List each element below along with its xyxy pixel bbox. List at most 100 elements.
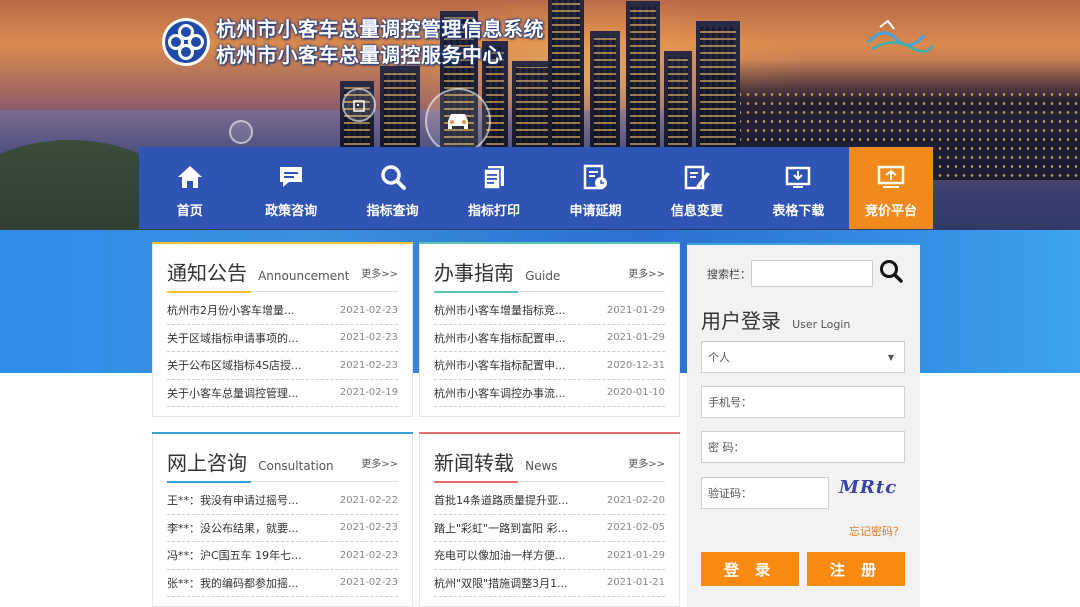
- site-title: 杭州市小客车总量调控管理信息系统 杭州市小客车总量调控服务中心: [216, 16, 544, 68]
- title-underline: [434, 481, 518, 483]
- guide-list: 杭州市小客车增量指标竞... 2021-01-29 杭州市小客车指标配置申... 2…: [434, 297, 665, 407]
- divider: [251, 481, 398, 482]
- panel-title: 通知公告: [167, 261, 247, 285]
- item-title: 关于公布区域指标4S店授...: [167, 359, 302, 373]
- chevron-down-icon: ▼: [887, 352, 894, 362]
- panel-header: 新闻转载 News 更多>>: [434, 447, 665, 483]
- building: [548, 0, 584, 151]
- item-title: 杭州"双限"措施调整3月1...: [434, 576, 568, 590]
- password-field[interactable]: 密 码：: [701, 431, 905, 463]
- nav-item-home[interactable]: 首页: [139, 147, 240, 229]
- title-underline: [167, 291, 251, 293]
- site-title-line1: 杭州市小客车总量调控管理信息系统: [216, 17, 544, 41]
- panel-header: 办事指南 Guide 更多>>: [434, 257, 665, 293]
- list-item[interactable]: 杭州市2月份小客车增量... 2021-02-23: [167, 297, 398, 325]
- nav-item-download[interactable]: 表格下载: [748, 147, 849, 229]
- nav-item-print[interactable]: 指标打印: [443, 147, 544, 229]
- list-item[interactable]: 杭州市小客车指标配置申... 2021-01-29: [434, 325, 665, 352]
- panel-title: 办事指南: [434, 261, 514, 285]
- list-item[interactable]: 关于区域指标申请事项的... 2021-02-23: [167, 325, 398, 352]
- news-panel: 新闻转载 News 更多>> 首批14条道路质量提升亚... 2021-02-20…: [419, 432, 680, 607]
- panel-subtitle: News: [525, 459, 558, 473]
- nav-label: 政策咨询: [265, 204, 318, 219]
- item-date: 2021-02-23: [339, 549, 398, 561]
- panel-accent: [419, 432, 680, 434]
- nav-label: 指标打印: [468, 204, 521, 219]
- building: [380, 66, 420, 151]
- list-item[interactable]: 王**：我没有申请过摇号... 2021-02-22: [167, 487, 398, 515]
- item-date: 2021-01-29: [606, 549, 665, 561]
- list-item[interactable]: 杭州市小客车增量指标竞... 2021-01-29: [434, 297, 665, 325]
- register-button[interactable]: 注 册: [807, 552, 905, 586]
- car-circle-icon: [425, 88, 491, 154]
- search-icon[interactable]: [877, 257, 905, 285]
- item-title: 关于小客车总量调控管理...: [167, 386, 299, 400]
- panel-subtitle: Guide: [525, 269, 561, 283]
- nav-item-policy[interactable]: 政策咨询: [240, 147, 341, 229]
- hangzhou-city-logo: [862, 15, 934, 57]
- captcha-field[interactable]: 验证码：: [701, 477, 829, 509]
- list-item[interactable]: 杭州市小客车调控办事流... 2020-01-10: [434, 380, 665, 407]
- item-title: 充电可以像加油一样方便...: [434, 549, 566, 563]
- list-item[interactable]: 冯**：沪C国五车 19年七... 2021-02-23: [167, 542, 398, 570]
- item-date: 2020-01-10: [606, 387, 665, 399]
- nav-item-extension[interactable]: 申请延期: [545, 147, 646, 229]
- login-button[interactable]: 登 录: [701, 552, 799, 586]
- edit-icon: [684, 165, 710, 190]
- more-link[interactable]: 更多>>: [628, 455, 665, 470]
- panel-title: 网上咨询: [167, 451, 247, 475]
- item-date: 2021-01-29: [606, 332, 665, 344]
- notice-panel: 通知公告 Announcement 更多>> 杭州市2月份小客车增量... 202…: [152, 242, 413, 417]
- nav-label: 表格下载: [772, 204, 825, 219]
- list-item[interactable]: 首批14条道路质量提升亚... 2021-02-20: [434, 487, 665, 515]
- forgot-password-link[interactable]: 忘记密码？: [849, 523, 904, 539]
- nav-item-info-change[interactable]: 信息变更: [646, 147, 747, 229]
- nav-item-bidding[interactable]: 竞价平台: [849, 147, 934, 229]
- panel-header: 通知公告 Announcement 更多>>: [167, 257, 398, 293]
- item-title: 李**：没公布结果，就要...: [167, 521, 299, 535]
- captcha-image[interactable]: MRtc: [839, 477, 897, 505]
- list-item[interactable]: 关于公布区域指标4S店授... 2021-02-23: [167, 352, 398, 380]
- search-icon: [380, 165, 406, 190]
- nav-item-query[interactable]: 指标查询: [342, 147, 443, 229]
- nav-label: 信息变更: [670, 204, 723, 219]
- search-label: 搜索栏：: [707, 268, 751, 281]
- item-title: 冯**：沪C国五车 19年七...: [167, 549, 302, 563]
- list-item[interactable]: 杭州市小客车指标配置申... 2020-12-31: [434, 352, 665, 380]
- chat-icon: [280, 167, 303, 187]
- home-icon: [177, 166, 202, 188]
- phone-field[interactable]: 手机号：: [701, 386, 905, 418]
- list-item[interactable]: 关于小客车总量调控管理... 2021-02-19: [167, 380, 398, 407]
- pin-circle-icon: [229, 120, 253, 144]
- item-date: 2021-02-23: [339, 522, 398, 534]
- list-item[interactable]: 张**：我的编码都参加摇... 2021-02-23: [167, 570, 398, 597]
- login-panel: 搜索栏： 用户登录 User Login 个人 ▼ 手机号： 密 码： 验证码：…: [687, 243, 920, 607]
- bid-icon: [877, 165, 905, 188]
- list-item[interactable]: 充电可以像加油一样方便... 2021-01-29: [434, 542, 665, 570]
- divider: [251, 291, 398, 292]
- notice-list: 杭州市2月份小客车增量... 2021-02-23 关于区域指标申请事项的... 2…: [167, 297, 398, 407]
- building: [696, 21, 740, 151]
- title-underline: [434, 291, 518, 293]
- more-link[interactable]: 更多>>: [628, 265, 665, 280]
- list-item[interactable]: 李**：没公布结果，就要... 2021-02-23: [167, 515, 398, 542]
- building: [512, 61, 552, 151]
- search-input[interactable]: [751, 260, 873, 287]
- login-header: 用户登录 User Login: [701, 305, 850, 334]
- list-item[interactable]: 杭州"双限"措施调整3月1... 2021-01-21: [434, 570, 665, 597]
- item-title: 杭州市小客车调控办事流...: [434, 386, 566, 400]
- more-link[interactable]: 更多>>: [361, 455, 398, 470]
- item-title: 杭州市小客车增量指标竞...: [434, 304, 566, 318]
- search-bar: 搜索栏：: [687, 257, 920, 287]
- password-placeholder: 密 码：: [708, 441, 745, 454]
- nav-label: 竞价平台: [865, 204, 918, 219]
- more-link[interactable]: 更多>>: [361, 265, 398, 280]
- list-item[interactable]: 踏上"彩虹"一路到富阳 彩... 2021-02-05: [434, 515, 665, 542]
- item-date: 2020-12-31: [606, 359, 665, 371]
- site-logo[interactable]: [161, 17, 211, 67]
- user-type-select[interactable]: 个人 ▼: [701, 341, 905, 373]
- item-date: 2021-02-23: [339, 577, 398, 589]
- panel-accent: [152, 432, 413, 434]
- panel-accent: [419, 242, 680, 244]
- captcha-placeholder: 验证码：: [708, 487, 752, 500]
